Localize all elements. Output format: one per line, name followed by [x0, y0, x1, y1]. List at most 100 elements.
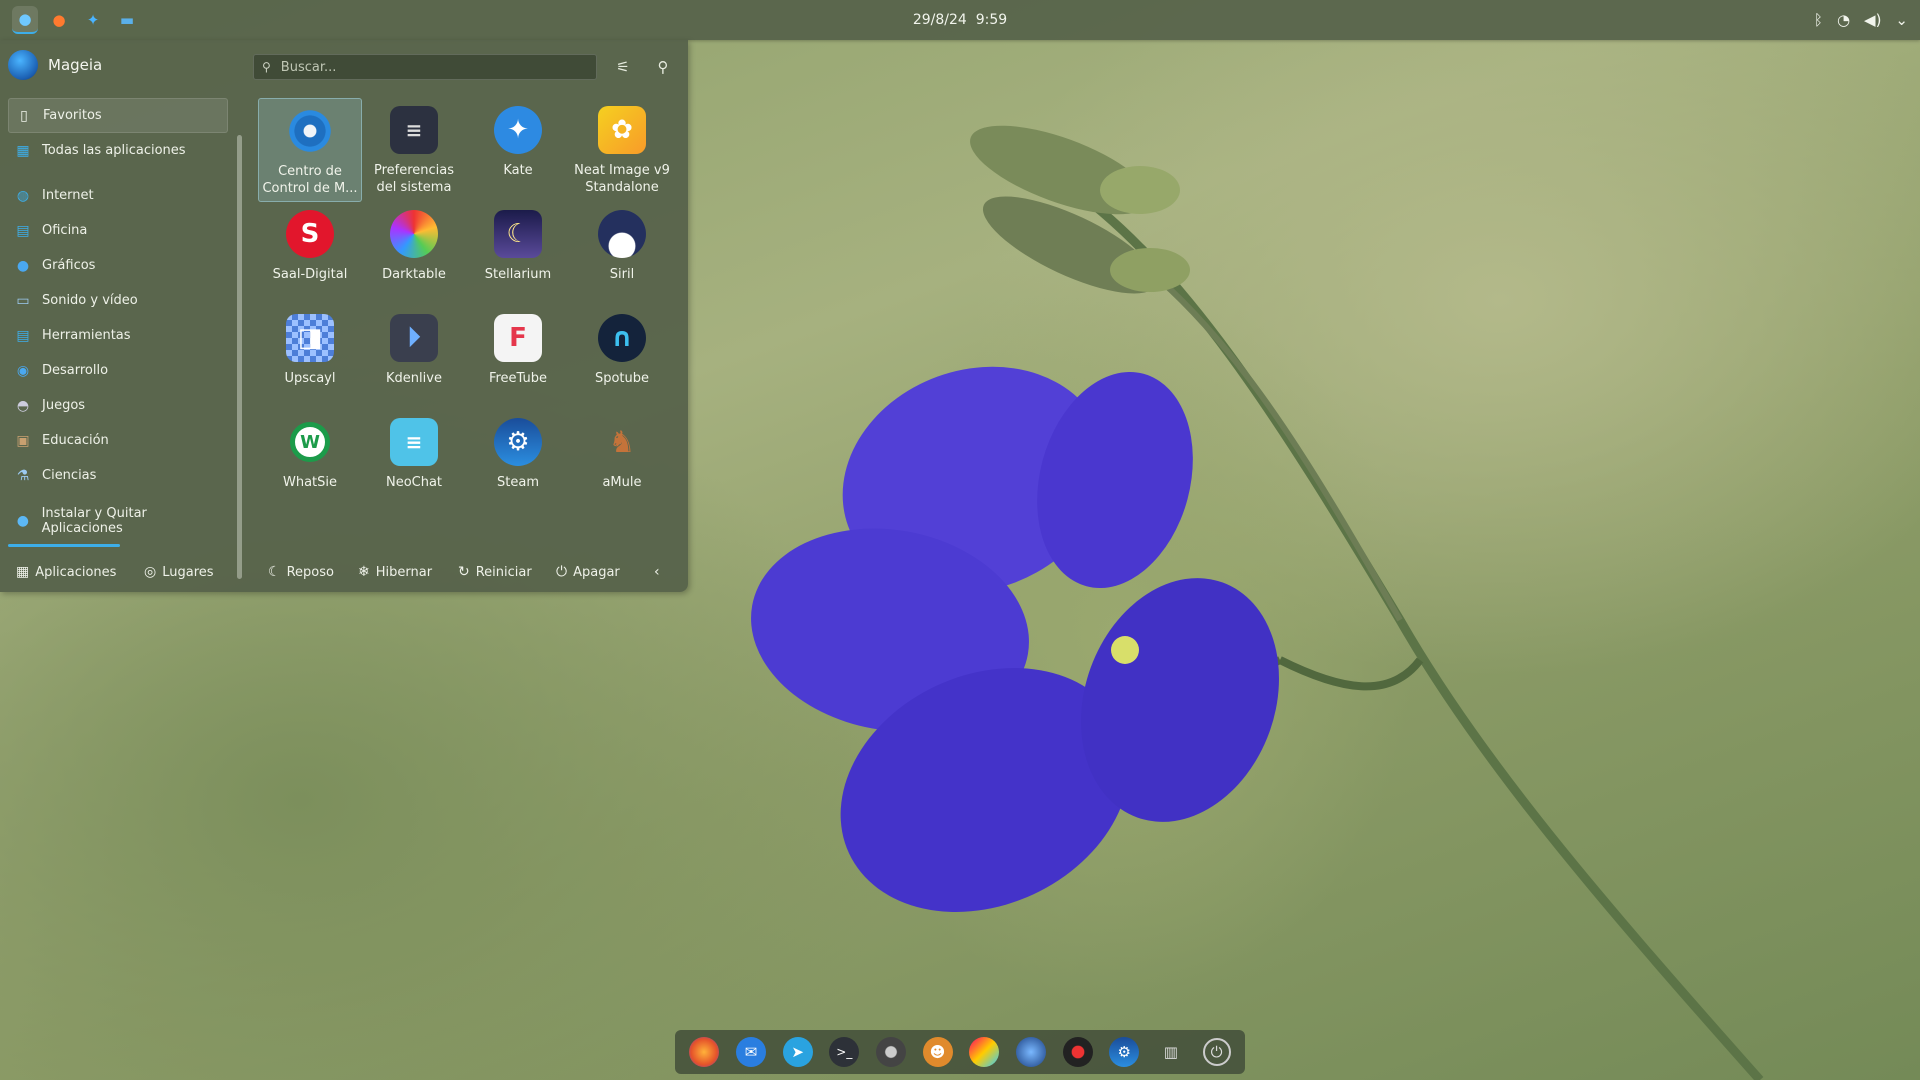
wifi-icon[interactable]: ◔ [1837, 11, 1850, 29]
aperture-icon[interactable] [875, 1037, 906, 1067]
app-siril[interactable]: Siril [570, 202, 674, 306]
panel-launchers: ● ● ✦ ▬ [0, 6, 140, 34]
app-amule[interactable]: ♞ aMule [570, 410, 674, 514]
avatar[interactable] [8, 50, 38, 80]
firefox-icon[interactable]: ● [46, 7, 72, 33]
chevron-left-icon: ‹ [654, 564, 660, 580]
tab-aplicaciones[interactable]: ▦ Aplicaciones [16, 552, 116, 592]
pin-icon[interactable]: ⚲ [652, 56, 674, 78]
app-freetube[interactable]: F FreeTube [466, 306, 570, 410]
sidebar-item-todas[interactable]: ▦ Todas las aplicaciones [8, 133, 228, 168]
app-kdenlive[interactable]: ⏵ Kdenlive [362, 306, 466, 410]
app-label: Stellarium [484, 267, 552, 282]
app-label: Siril [609, 267, 635, 282]
app-label: Kate [503, 163, 533, 178]
hibernate-icon: ❄ [358, 564, 370, 580]
kate-icon[interactable]: ✦ [80, 7, 106, 33]
app-neochat[interactable]: ≡ NeoChat [362, 410, 466, 514]
game-icon[interactable]: ☻ [922, 1037, 953, 1067]
power-icon: ⏻ [556, 564, 568, 580]
thunderbird-icon[interactable]: ✉ [735, 1037, 766, 1067]
app-upscayl[interactable]: ◨ Upscayl [258, 306, 362, 410]
app-kate[interactable]: ✦ Kate [466, 98, 570, 202]
restart-button[interactable]: ↻ Reiniciar [458, 552, 532, 592]
spotube-icon: ∩ [598, 314, 646, 362]
app-label: NeoChat [385, 475, 443, 490]
control-center-icon [286, 107, 334, 155]
steam-icon[interactable]: ⚙ [1109, 1037, 1140, 1067]
app-label: FreeTube [488, 371, 548, 386]
app-label: Preferencias del sistema [373, 163, 455, 195]
app-spotube[interactable]: ∩ Spotube [570, 306, 674, 410]
files-icon[interactable]: ▬ [114, 7, 140, 33]
sidebar-item-label: Educación [42, 433, 109, 448]
app-preferencias[interactable]: ≡ Preferencias del sistema [362, 98, 466, 202]
app-stellarium[interactable]: ☾ Stellarium [466, 202, 570, 306]
firefox-icon[interactable] [689, 1037, 720, 1067]
bluetooth-icon[interactable]: ᛒ [1814, 11, 1823, 29]
graphics-icon: ● [16, 257, 30, 274]
sidebar-item-instalar[interactable]: ● Instalar y Quitar Aplicaciones [8, 503, 228, 538]
neat-image-icon: ✿ [598, 106, 646, 154]
app-centro-control[interactable]: Centro de Control de M... [258, 98, 362, 202]
freetube-icon: F [494, 314, 542, 362]
sidebar-item-internet[interactable]: ◍ Internet [8, 178, 228, 213]
siril-icon [598, 210, 646, 258]
telegram-icon[interactable]: ➤ [782, 1037, 813, 1067]
volume-icon[interactable]: ◀) [1864, 11, 1881, 29]
sidebar-item-label: Ciencias [42, 468, 97, 483]
sidebar-item-desarrollo[interactable]: ◉ Desarrollo [8, 353, 228, 388]
search-field[interactable]: ⚲ [253, 54, 597, 80]
shutdown-button[interactable]: ⏻ Apagar [556, 552, 620, 592]
app-saal-digital[interactable]: S Saal-Digital [258, 202, 362, 306]
sleep-button[interactable]: ☾ Reposo [268, 552, 334, 592]
application-launcher: Mageia ⚲ ⚟ ⚲ ▯ Favoritos ▦ Todas las aplic… [0, 40, 688, 592]
gamepad-icon: ◓ [16, 397, 30, 414]
sidebar-scrollbar[interactable] [237, 135, 242, 579]
grid-icon: ▦ [16, 142, 30, 159]
development-icon: ◉ [16, 362, 30, 379]
office-icon: ▤ [16, 222, 30, 239]
kate-icon: ✦ [494, 106, 542, 154]
app-label: Saal-Digital [272, 267, 348, 282]
restart-icon: ↻ [458, 564, 470, 580]
clock[interactable]: 29/8/24 9:59 [0, 12, 1920, 28]
app-label: Steam [497, 475, 539, 490]
bookmark-icon: ▯ [20, 107, 28, 124]
app-whatsie[interactable]: W WhatSie [258, 410, 362, 514]
chevron-down-icon[interactable]: ⌄ [1895, 11, 1908, 29]
app-darktable[interactable]: Darktable [362, 202, 466, 306]
configure-icon[interactable]: ⚟ [612, 56, 634, 78]
search-icon: ⚲ [262, 60, 271, 74]
sidebar-item-juegos[interactable]: ◓ Juegos [8, 388, 228, 423]
sidebar-item-ciencias[interactable]: ⚗ Ciencias [8, 458, 228, 493]
sidebar-item-favoritos[interactable]: ▯ Favoritos [8, 98, 228, 133]
sidebar-item-graficos[interactable]: ● Gráficos [8, 248, 228, 283]
app-steam[interactable]: ⚙ Steam [466, 410, 570, 514]
sidebar-item-label: Herramientas [42, 328, 131, 343]
more-options-button[interactable]: ‹ [654, 552, 660, 592]
science-icon: ⚗ [16, 467, 30, 484]
app-label: Upscayl [284, 371, 336, 386]
install-icon: ● [16, 512, 29, 529]
sidebar-item-herramientas[interactable]: ▤ Herramientas [8, 318, 228, 353]
sidebar-item-label: Sonido y vídeo [42, 293, 138, 308]
steam-icon: ⚙ [494, 418, 542, 466]
favorites-grid: Centro de Control de M... ≡ Preferencias d… [258, 98, 674, 514]
sidebar-item-oficina[interactable]: ▤ Oficina [8, 213, 228, 248]
obs-icon[interactable] [1062, 1037, 1093, 1067]
power-icon[interactable]: ⏻ [1202, 1038, 1231, 1066]
app-neat-image[interactable]: ✿ Neat Image v9 Standalone [570, 98, 674, 202]
siril-icon[interactable] [1015, 1037, 1046, 1067]
app-menu-icon[interactable]: ● [12, 6, 38, 34]
sidebar-item-educacion[interactable]: ▣ Educación [8, 423, 228, 458]
sidebar-item-sonido[interactable]: ▭ Sonido y vídeo [8, 283, 228, 318]
terminal-icon[interactable]: >_ [829, 1037, 860, 1067]
app-label: Neat Image v9 Standalone [574, 163, 670, 195]
hibernate-button[interactable]: ❄ Hibernar [358, 552, 432, 592]
krita-icon[interactable] [969, 1037, 1000, 1067]
trash-icon[interactable]: ▥ [1156, 1037, 1186, 1067]
tab-lugares[interactable]: ◎ Lugares [144, 552, 214, 592]
search-input[interactable] [278, 58, 583, 76]
system-tray: ᛒ ◔ ◀) ⌄ [1814, 0, 1908, 40]
